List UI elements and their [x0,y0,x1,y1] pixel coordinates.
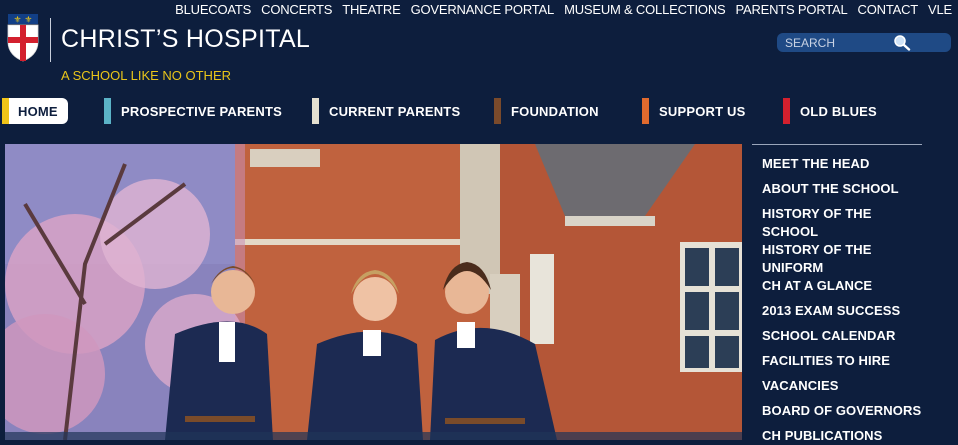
nav-color-bar [312,98,319,124]
sidebar: MEET THE HEAD ABOUT THE SCHOOL HISTORY O… [752,144,922,443]
sidebar-item-ch-publications[interactable]: CH PUBLICATIONS [762,427,922,445]
nav-color-bar [494,98,501,124]
logo-divider [50,18,51,62]
top-link-governance-portal[interactable]: GOVERNANCE PORTAL [411,2,555,17]
nav-color-bar [2,98,9,124]
search-icon[interactable] [893,34,911,51]
sidebar-item-board-of-governors[interactable]: BOARD OF GOVERNORS [762,402,922,420]
nav-item-support-us[interactable]: SUPPORT US [642,98,746,124]
sidebar-item-exam-success[interactable]: 2013 EXAM SUCCESS [762,302,922,320]
svg-text:⚜ ⚜: ⚜ ⚜ [14,16,33,26]
sidebar-item-vacancies[interactable]: VACANCIES [762,377,922,395]
nav-item-label: OLD BLUES [800,103,877,119]
utility-nav: BLUECOATS CONCERTS THEATRE GOVERNANCE PO… [175,0,952,18]
nav-item-foundation[interactable]: FOUNDATION [494,98,599,124]
top-link-museum-collections[interactable]: MUSEUM & COLLECTIONS [564,2,726,17]
nav-item-label: SUPPORT US [659,103,746,119]
sidebar-item-facilities-to-hire[interactable]: FACILITIES TO HIRE [762,352,922,370]
top-link-bluecoats[interactable]: BLUECOATS [175,2,251,17]
nav-color-bar [783,98,790,124]
nav-item-label: CURRENT PARENTS [329,103,461,119]
search-box [777,33,951,52]
top-link-vle[interactable]: VLE [928,2,952,17]
top-link-theatre[interactable]: THEATRE [342,2,401,17]
sidebar-item-ch-at-a-glance[interactable]: CH AT A GLANCE [762,277,922,295]
main-nav: HOME PROSPECTIVE PARENTS CURRENT PARENTS… [0,98,877,124]
school-tagline: A SCHOOL LIKE NO OTHER [61,68,232,83]
sidebar-item-school-calendar[interactable]: SCHOOL CALENDAR [762,327,922,345]
nav-color-bar [104,98,111,124]
nav-item-label: PROSPECTIVE PARENTS [121,103,283,119]
nav-item-old-blues[interactable]: OLD BLUES [783,98,877,124]
sidebar-item-about-the-school[interactable]: ABOUT THE SCHOOL [762,180,922,198]
nav-item-current-parents[interactable]: CURRENT PARENTS [312,98,460,124]
school-crest-icon[interactable]: ⚜ ⚜ [5,14,41,62]
nav-item-prospective-parents[interactable]: PROSPECTIVE PARENTS [104,98,282,124]
sidebar-divider [752,144,922,145]
nav-item-home[interactable]: HOME [2,98,68,124]
top-link-parents-portal[interactable]: PARENTS PORTAL [735,2,847,17]
top-link-contact[interactable]: CONTACT [858,2,919,17]
top-link-concerts[interactable]: CONCERTS [261,2,332,17]
sidebar-item-history-of-the-uniform[interactable]: HISTORY OF THE UNIFORM [762,241,922,277]
nav-item-label: FOUNDATION [511,103,599,119]
sidebar-item-history-of-the-school[interactable]: HISTORY OF THE SCHOOL [762,205,922,241]
search-input[interactable] [785,34,905,51]
nav-item-label: HOME [18,103,58,119]
nav-color-bar [642,98,649,124]
hero-image [5,144,742,440]
sidebar-item-meet-the-head[interactable]: MEET THE HEAD [762,155,922,173]
school-name[interactable]: CHRIST’S HOSPITAL [61,25,310,54]
